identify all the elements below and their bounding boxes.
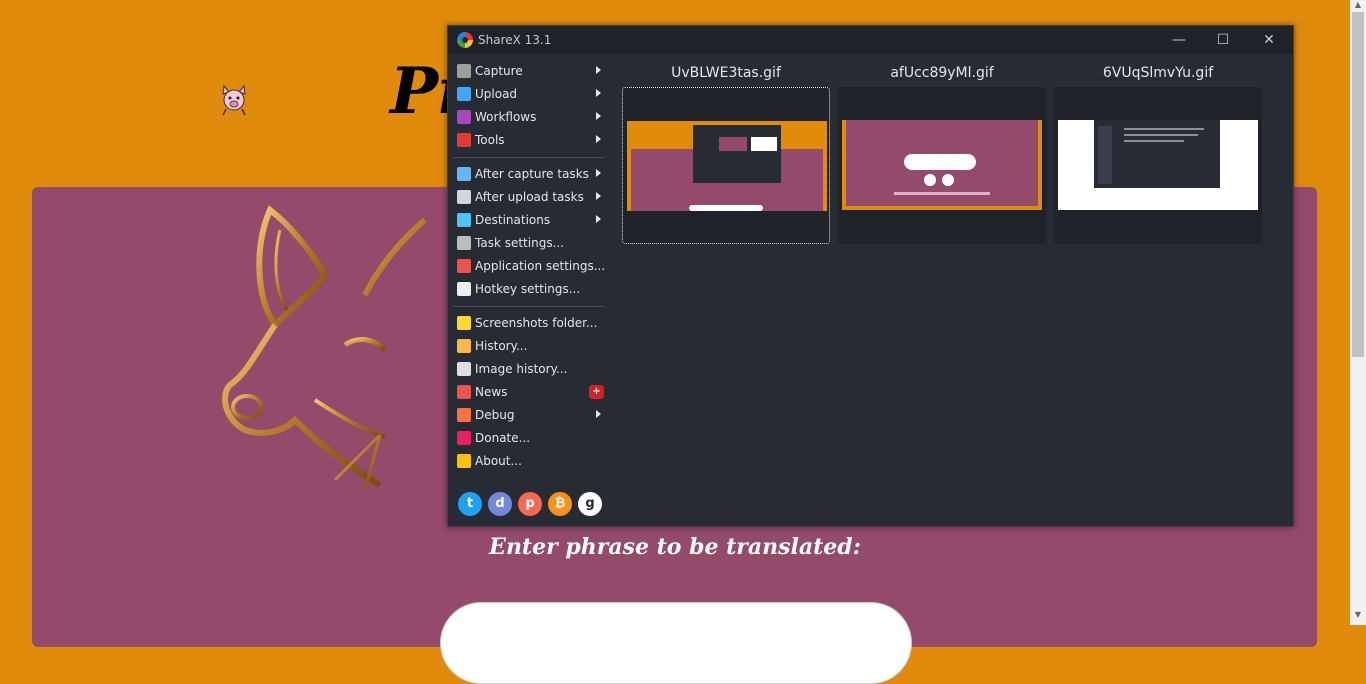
- chevron-right-icon: [596, 89, 601, 97]
- gear-icon: [457, 236, 471, 250]
- folder-icon: [457, 316, 471, 330]
- bitcoin-icon[interactable]: ₿: [548, 492, 572, 516]
- menu-item-label: Upload: [475, 87, 518, 101]
- capture-icon: [457, 64, 471, 78]
- menu-item-task-settings[interactable]: Task settings...: [448, 232, 608, 255]
- crown-icon: [457, 454, 471, 468]
- thumbnail-card[interactable]: [838, 87, 1046, 244]
- phrase-input[interactable]: [440, 602, 912, 684]
- sharex-titlebar[interactable]: ShareX 13.1 — ☐ ✕: [448, 26, 1293, 54]
- chevron-right-icon: [596, 112, 601, 120]
- menu-item-news[interactable]: News +: [448, 381, 608, 404]
- close-button[interactable]: ✕: [1246, 26, 1292, 54]
- menu-item-label: History...: [475, 339, 528, 353]
- menu-item-after-upload-tasks[interactable]: After upload tasks: [448, 186, 608, 209]
- sharex-window[interactable]: ShareX 13.1 — ☐ ✕ Capture Upload Workflows…: [447, 25, 1294, 527]
- thumbnail-card[interactable]: [622, 87, 830, 244]
- thumbnail-card[interactable]: [1054, 87, 1262, 244]
- menu-item-label: Workflows: [475, 110, 537, 124]
- cloud-upload-icon: [457, 190, 471, 204]
- menu-item-about[interactable]: About...: [448, 450, 608, 473]
- pig-face-logo-icon[interactable]: [220, 82, 248, 116]
- thumbnail-preview-image: [842, 120, 1042, 210]
- thumbnail-filename[interactable]: afUcc89yMl.gif: [837, 65, 1047, 81]
- page-scrollbar[interactable]: ▲ ▼: [1350, 0, 1366, 625]
- chevron-right-icon: [596, 192, 601, 200]
- history-icon: [457, 339, 471, 353]
- keyboard-key-icon: [457, 282, 471, 296]
- menu-item-label: Debug: [475, 408, 515, 422]
- menu-item-label: After upload tasks: [475, 190, 584, 204]
- menu-item-label: Screenshots folder...: [475, 316, 598, 330]
- scroll-up-arrow-icon[interactable]: ▲: [1353, 0, 1363, 10]
- menu-item-donate[interactable]: Donate...: [448, 427, 608, 450]
- menu-item-application-settings[interactable]: Application settings...: [448, 255, 608, 278]
- menu-item-after-capture-tasks[interactable]: After capture tasks: [448, 163, 608, 186]
- menu-item-label: News: [475, 385, 508, 399]
- minimize-button[interactable]: —: [1156, 26, 1202, 54]
- toolbox-icon: [457, 133, 471, 147]
- menu-item-upload[interactable]: Upload: [448, 83, 608, 106]
- menu-item-label: Hotkey settings...: [475, 282, 581, 296]
- menu-item-label: Task settings...: [475, 236, 565, 250]
- chevron-right-icon: [596, 215, 601, 223]
- traffic-cone-icon: [457, 408, 471, 422]
- news-badge: +: [589, 385, 604, 399]
- menu-item-destinations[interactable]: Destinations: [448, 209, 608, 232]
- thumbnail-preview-image: [1058, 120, 1258, 210]
- menu-item-label: Capture: [475, 64, 523, 78]
- chevron-right-icon: [596, 410, 601, 418]
- menu-item-label: Tools: [475, 133, 505, 147]
- menu-item-label: Application settings...: [475, 259, 606, 273]
- upload-arrow-icon: [457, 87, 471, 101]
- menu-item-label: After capture tasks: [475, 167, 589, 181]
- menu-item-debug[interactable]: Debug: [448, 404, 608, 427]
- chevron-right-icon: [596, 66, 601, 74]
- workflows-grid-icon: [457, 110, 471, 124]
- scrollbar-thumb[interactable]: [1352, 12, 1364, 357]
- menu-item-label: Image history...: [475, 362, 568, 376]
- main-menu: Capture Upload Workflows Tools After capture…: [448, 60, 608, 473]
- menu-item-label: Destinations: [475, 213, 551, 227]
- menu-item-screenshots-folder[interactable]: Screenshots folder...: [448, 312, 608, 335]
- menu-item-history[interactable]: History...: [448, 335, 608, 358]
- menu-item-label: About...: [475, 454, 522, 468]
- heart-icon: [457, 431, 471, 445]
- patreon-icon[interactable]: p: [518, 492, 542, 516]
- menu-separator: [453, 306, 605, 307]
- chevron-right-icon: [596, 169, 601, 177]
- after-capture-icon: [457, 167, 471, 181]
- wrench-screwdriver-icon: [457, 259, 471, 273]
- menu-separator: [453, 157, 605, 158]
- scroll-down-arrow-icon[interactable]: ▼: [1353, 610, 1363, 620]
- megaphone-icon: [457, 385, 471, 399]
- globe-drive-icon: [457, 213, 471, 227]
- thumbnail-filename[interactable]: UvBLWE3tas.gif: [621, 65, 831, 81]
- image-history-icon: [457, 362, 471, 376]
- thumbnail-preview-image: [627, 121, 827, 211]
- maximize-button[interactable]: ☐: [1200, 26, 1246, 54]
- prompt-heading: Enter phrase to be translated:: [489, 534, 861, 560]
- menu-item-label: Donate...: [475, 431, 531, 445]
- github-icon[interactable]: g: [578, 492, 602, 516]
- menu-item-capture[interactable]: Capture: [448, 60, 608, 83]
- menu-item-tools[interactable]: Tools: [448, 129, 608, 152]
- menu-item-hotkey-settings[interactable]: Hotkey settings...: [448, 278, 608, 301]
- chevron-right-icon: [596, 135, 601, 143]
- discord-icon[interactable]: d: [488, 492, 512, 516]
- window-title: ShareX 13.1: [478, 33, 552, 47]
- menu-item-image-history[interactable]: Image history...: [448, 358, 608, 381]
- menu-item-workflows[interactable]: Workflows: [448, 106, 608, 129]
- thumbnail-filename[interactable]: 6VUqSlmvYu.gif: [1053, 65, 1263, 81]
- twitter-icon[interactable]: t: [458, 492, 482, 516]
- sharex-logo-icon: [457, 32, 473, 48]
